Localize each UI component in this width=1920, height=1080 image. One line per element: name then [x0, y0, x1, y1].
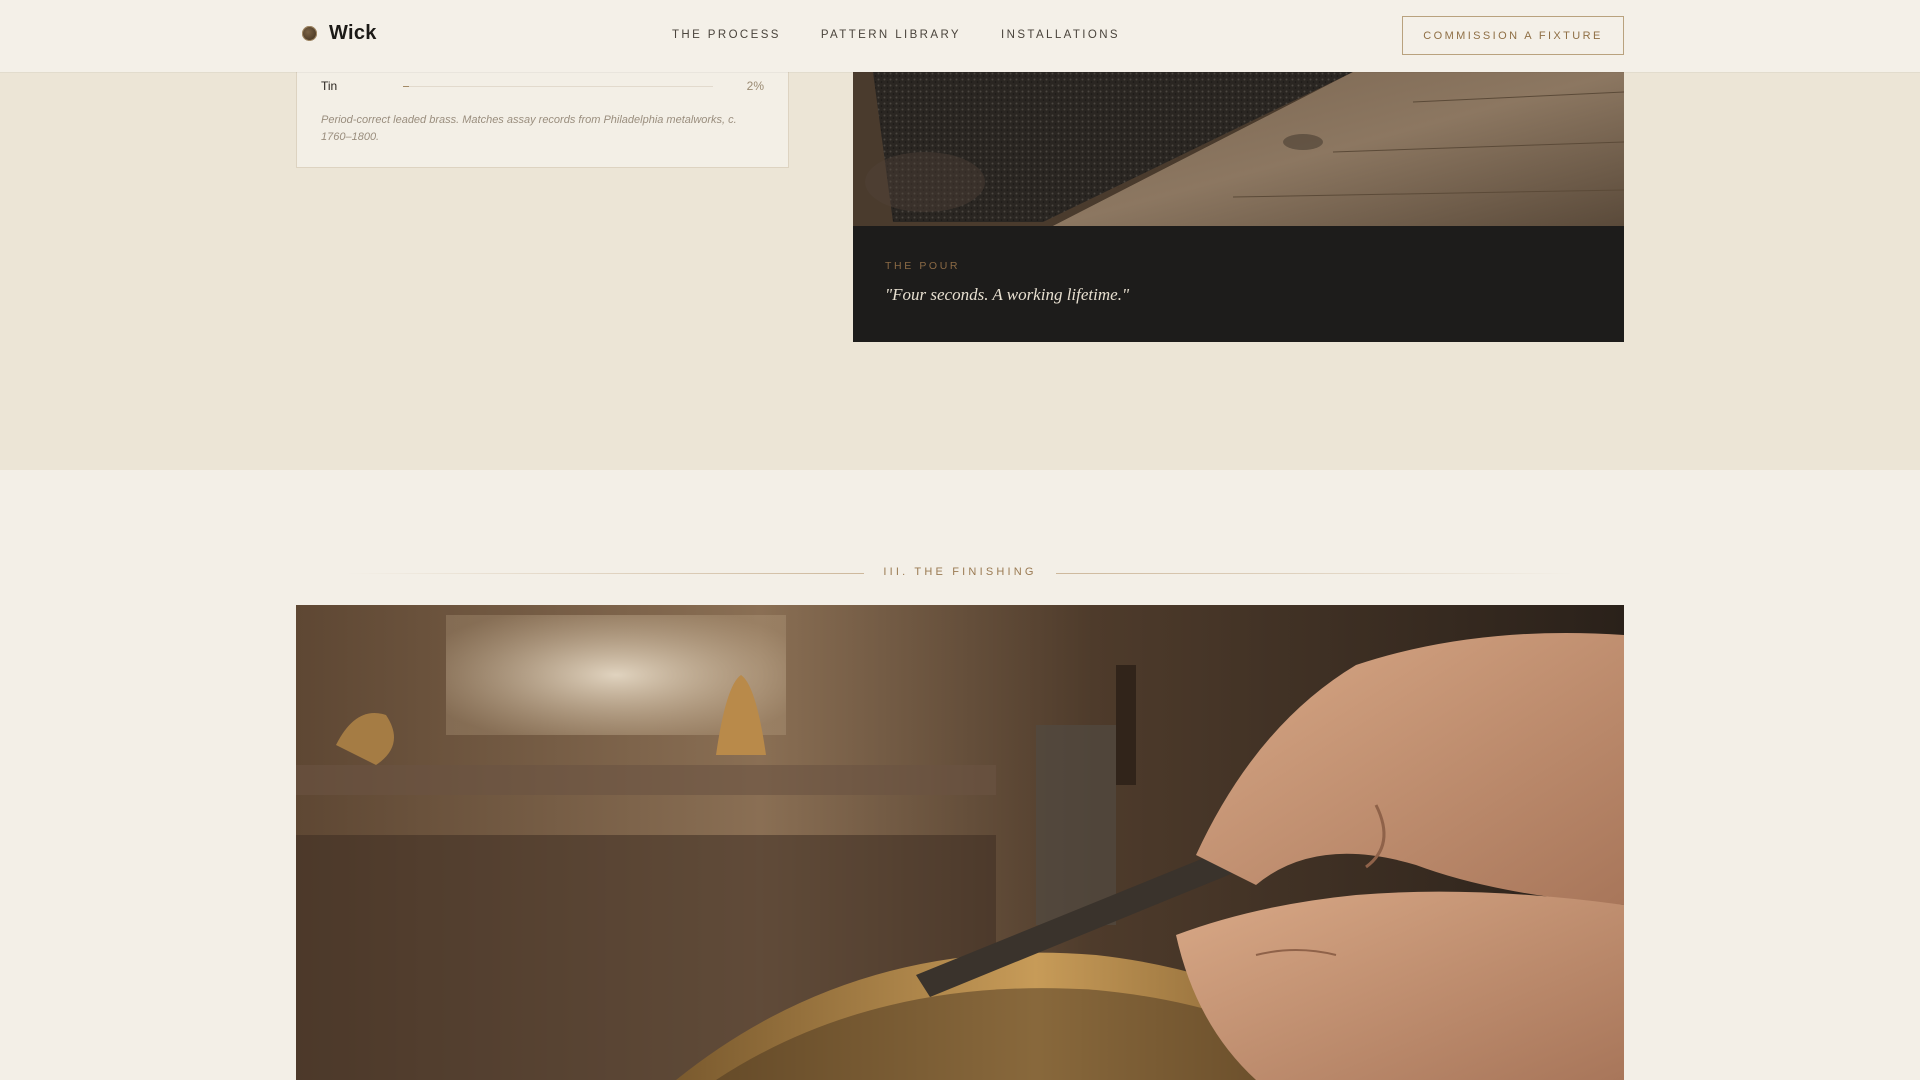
divider-right [1056, 573, 1574, 574]
pour-photo [853, 72, 1624, 226]
brand-name: Wick [329, 22, 377, 44]
finishing-photo [296, 605, 1624, 1080]
section-title: III. THE FINISHING [883, 566, 1037, 578]
section-heading-finishing: III. THE FINISHING [296, 565, 1624, 581]
alloy-row-value: 2% [746, 79, 764, 93]
alloy-row-tin: Tin 2% [321, 79, 764, 93]
pour-quote: "Four seconds. A working lifetime." [885, 285, 1130, 304]
main-nav: THE PROCESS PATTERN LIBRARY INSTALLATION… [672, 29, 1120, 41]
sand-mold-image [853, 72, 1624, 226]
alloy-row-bar [403, 85, 713, 87]
filing-brass-image [296, 605, 1624, 1080]
alloy-row-label: Tin [321, 79, 338, 93]
brand-mark-icon [302, 26, 317, 41]
brand-logo[interactable]: Wick [302, 22, 377, 45]
nav-link-pattern-library[interactable]: PATTERN LIBRARY [821, 29, 961, 41]
divider-left [346, 573, 864, 574]
pour-kicker: THE POUR [885, 260, 961, 272]
site-header: Wick THE PROCESS PATTERN LIBRARY INSTALL… [0, 0, 1920, 72]
nav-link-the-process[interactable]: THE PROCESS [672, 29, 781, 41]
alloy-row-bar-fill [403, 85, 410, 87]
nav-link-installations[interactable]: INSTALLATIONS [1001, 29, 1120, 41]
alloy-composition-card: Tin 2% Period-correct leaded brass. Matc… [296, 72, 789, 168]
commission-fixture-button[interactable]: COMMISSION A FIXTURE [1402, 16, 1624, 55]
alloy-note: Period-correct leaded brass. Matches ass… [321, 114, 737, 143]
pour-caption: THE POUR "Four seconds. A working lifeti… [853, 226, 1624, 342]
